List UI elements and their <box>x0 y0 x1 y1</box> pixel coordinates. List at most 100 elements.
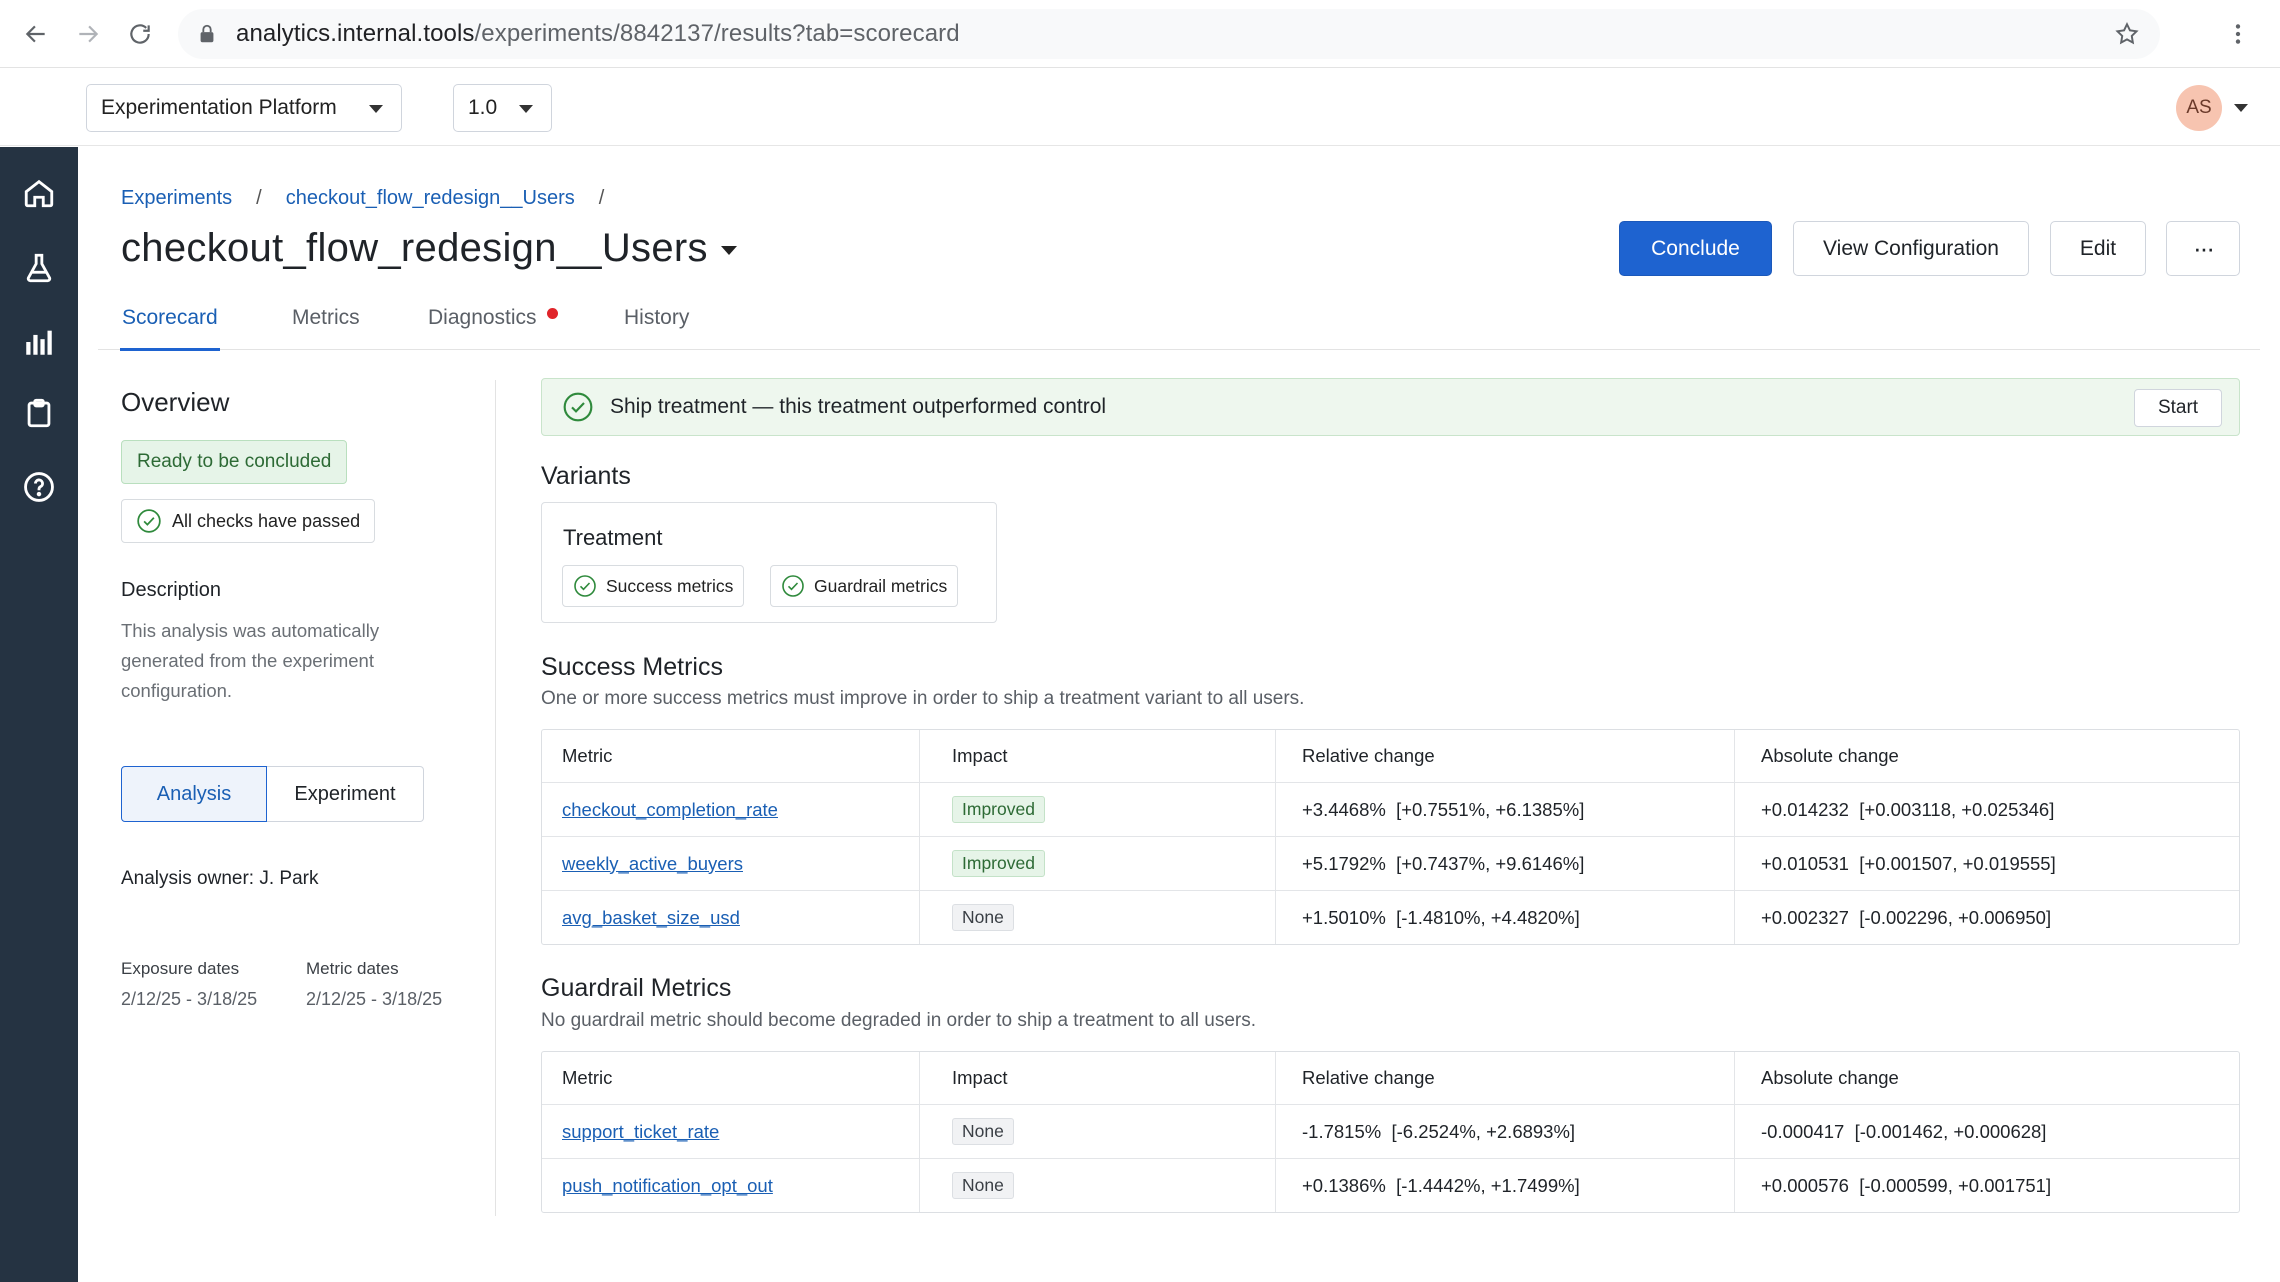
exposure-dates-label: Exposure dates <box>121 959 240 978</box>
tab-diagnostics[interactable]: Diagnostics <box>428 306 558 350</box>
impact-cell: Improved <box>919 783 1275 836</box>
relative-change-cell: +0.1386% [-1.4442%, +1.7499%] <box>1275 1159 1734 1212</box>
table-row: push_notification_opt_out None +0.1386% … <box>542 1158 2239 1212</box>
browser-menu-icon[interactable] <box>2222 18 2254 50</box>
ship-recommendation-banner: Ship treatment — this treatment outperfo… <box>541 378 2240 436</box>
metric-dates-value: 2/12/25 - 3/18/25 <box>306 989 443 1009</box>
absolute-change-cell: +0.000576 [-0.000599, +0.001751] <box>1734 1159 2239 1212</box>
help-icon[interactable] <box>19 467 59 507</box>
home-icon[interactable] <box>19 173 59 213</box>
impact-cell: None <box>919 1159 1275 1212</box>
clipboard-icon[interactable] <box>19 393 59 433</box>
tab-scorecard[interactable]: Scorecard <box>120 306 220 351</box>
bar-chart-icon[interactable] <box>19 322 59 362</box>
success-metrics-chip-label: Success metrics <box>606 575 734 596</box>
success-metrics-table: Metric Impact Relative change Absolute c… <box>541 729 2240 945</box>
experiment-toggle-button[interactable]: Experiment <box>267 766 424 822</box>
relative-change-cell: +3.4468% [+0.7551%, +6.1385%] <box>1275 783 1734 836</box>
check-circle-icon <box>574 575 596 597</box>
more-options-icon: ··· <box>2193 233 2215 263</box>
table-row: weekly_active_buyers Improved +5.1792% [… <box>542 836 2239 890</box>
address-bar[interactable]: analytics.internal.tools/experiments/884… <box>178 9 2160 59</box>
account-menu-caret-icon[interactable] <box>2234 104 2248 112</box>
impact-badge: None <box>952 904 1014 931</box>
impact-cell: None <box>919 891 1275 944</box>
guardrail-metrics-table: Metric Impact Relative change Absolute c… <box>541 1051 2240 1213</box>
check-circle-icon <box>137 509 161 533</box>
absolute-change-cell: +0.002327 [-0.002296, +0.006950] <box>1734 891 2239 944</box>
check-circle-icon <box>782 575 804 597</box>
impact-cell: Improved <box>919 837 1275 890</box>
back-icon[interactable] <box>18 16 54 52</box>
url-host: analytics.internal.tools <box>236 20 475 47</box>
checks-passed-badge: All checks have passed <box>121 499 376 543</box>
url-text[interactable]: analytics.internal.tools/experiments/884… <box>236 20 960 48</box>
sidebar-divider <box>495 380 496 1216</box>
reload-icon[interactable] <box>122 16 158 52</box>
absolute-change-cell: +0.010531 [+0.001507, +0.019555] <box>1734 837 2239 890</box>
bookmark-star-icon[interactable] <box>2114 21 2140 47</box>
url-path: /experiments/8842137/results?tab=scoreca… <box>474 20 960 47</box>
version-select-value: 1.0 <box>468 96 498 119</box>
overview-title: Overview <box>121 387 230 417</box>
variant-card: Treatment Success metrics Guardrail metr… <box>541 502 997 623</box>
metric-link[interactable]: push_notification_opt_out <box>562 1175 773 1197</box>
breadcrumb: Experiments / checkout_flow_redesign__Us… <box>121 187 628 210</box>
metric-cell: weekly_active_buyers <box>542 837 919 890</box>
relative-change-cell: +1.5010% [-1.4810%, +4.4820%] <box>1275 891 1734 944</box>
table-row: checkout_completion_rate Improved +3.446… <box>542 782 2239 836</box>
flask-icon[interactable] <box>19 248 59 288</box>
app-header: Experimentation Platform 1.0 AS <box>0 68 2280 146</box>
version-select[interactable]: 1.0 <box>453 84 552 132</box>
absolute-change-cell: -0.000417 [-0.001462, +0.000628] <box>1734 1105 2239 1158</box>
relative-change-cell: -1.7815% [-6.2524%, +2.6893%] <box>1275 1105 1734 1158</box>
analysis-toggle-button[interactable]: Analysis <box>121 766 267 822</box>
metric-link[interactable]: weekly_active_buyers <box>562 853 743 875</box>
exposure-dates-value: 2/12/25 - 3/18/25 <box>121 989 258 1009</box>
metric-cell: avg_basket_size_usd <box>542 891 919 944</box>
table-row: avg_basket_size_usd None +1.5010% [-1.48… <box>542 890 2239 944</box>
tab-bar: Scorecard Metrics Diagnostics History <box>98 294 2260 351</box>
metric-link[interactable]: avg_basket_size_usd <box>562 907 740 929</box>
table-header-row: Metric Impact Relative change Absolute c… <box>542 730 2239 782</box>
description-title: Description <box>121 579 222 601</box>
edit-button[interactable]: Edit <box>2050 221 2146 276</box>
column-header: Absolute change <box>1734 1052 2239 1104</box>
success-metrics-subtitle: One or more success metrics must improve… <box>541 688 1305 709</box>
absolute-change-cell: +0.014232 [+0.003118, +0.025346] <box>1734 783 2239 836</box>
column-header: Metric <box>562 1067 613 1088</box>
success-metrics-title: Success Metrics <box>541 653 723 681</box>
conclude-button[interactable]: Conclude <box>1619 221 1772 276</box>
table-header-row: Metric Impact Relative change Absolute c… <box>542 1052 2239 1104</box>
breadcrumb-current-link[interactable]: checkout_flow_redesign__Users <box>286 187 575 210</box>
title-dropdown-caret-icon[interactable] <box>721 246 737 255</box>
view-configuration-button[interactable]: View Configuration <box>1793 221 2029 276</box>
success-metrics-chip: Success metrics <box>562 565 745 607</box>
breadcrumb-experiments-link[interactable]: Experiments <box>121 187 232 210</box>
tab-diagnostics-label: Diagnostics <box>428 306 537 329</box>
tab-metrics[interactable]: Metrics <box>292 306 360 350</box>
variants-title: Variants <box>541 462 631 490</box>
relative-change-cell: +5.1792% [+0.7437%, +9.6146%] <box>1275 837 1734 890</box>
more-options-button[interactable]: ··· <box>2166 221 2240 276</box>
forward-icon[interactable] <box>70 16 106 52</box>
column-header: Metric <box>562 745 613 766</box>
platform-select[interactable]: Experimentation Platform <box>86 84 402 132</box>
column-header: Impact <box>919 730 1275 782</box>
metric-link[interactable]: support_ticket_rate <box>562 1121 719 1143</box>
description-text: This analysis was automatically generate… <box>121 620 380 701</box>
platform-select-value: Experimentation Platform <box>101 96 337 119</box>
analysis-owner: Analysis owner: J. Park <box>121 868 319 889</box>
tab-history[interactable]: History <box>624 306 689 350</box>
ship-recommendation-text: Ship treatment — this treatment outperfo… <box>610 395 1107 418</box>
page-title: checkout_flow_redesign__Users <box>121 226 708 270</box>
column-header: Absolute change <box>1734 730 2239 782</box>
start-button[interactable]: Start <box>2134 389 2222 427</box>
guardrail-metrics-chip-label: Guardrail metrics <box>814 575 948 596</box>
guardrail-metrics-title: Guardrail Metrics <box>541 974 732 1002</box>
guardrail-metrics-chip: Guardrail metrics <box>770 565 959 607</box>
metric-link[interactable]: checkout_completion_rate <box>562 799 778 821</box>
avatar[interactable]: AS <box>2176 85 2222 131</box>
guardrail-metrics-subtitle: No guardrail metric should become degrad… <box>541 1010 1256 1031</box>
check-circle-icon <box>563 392 593 422</box>
